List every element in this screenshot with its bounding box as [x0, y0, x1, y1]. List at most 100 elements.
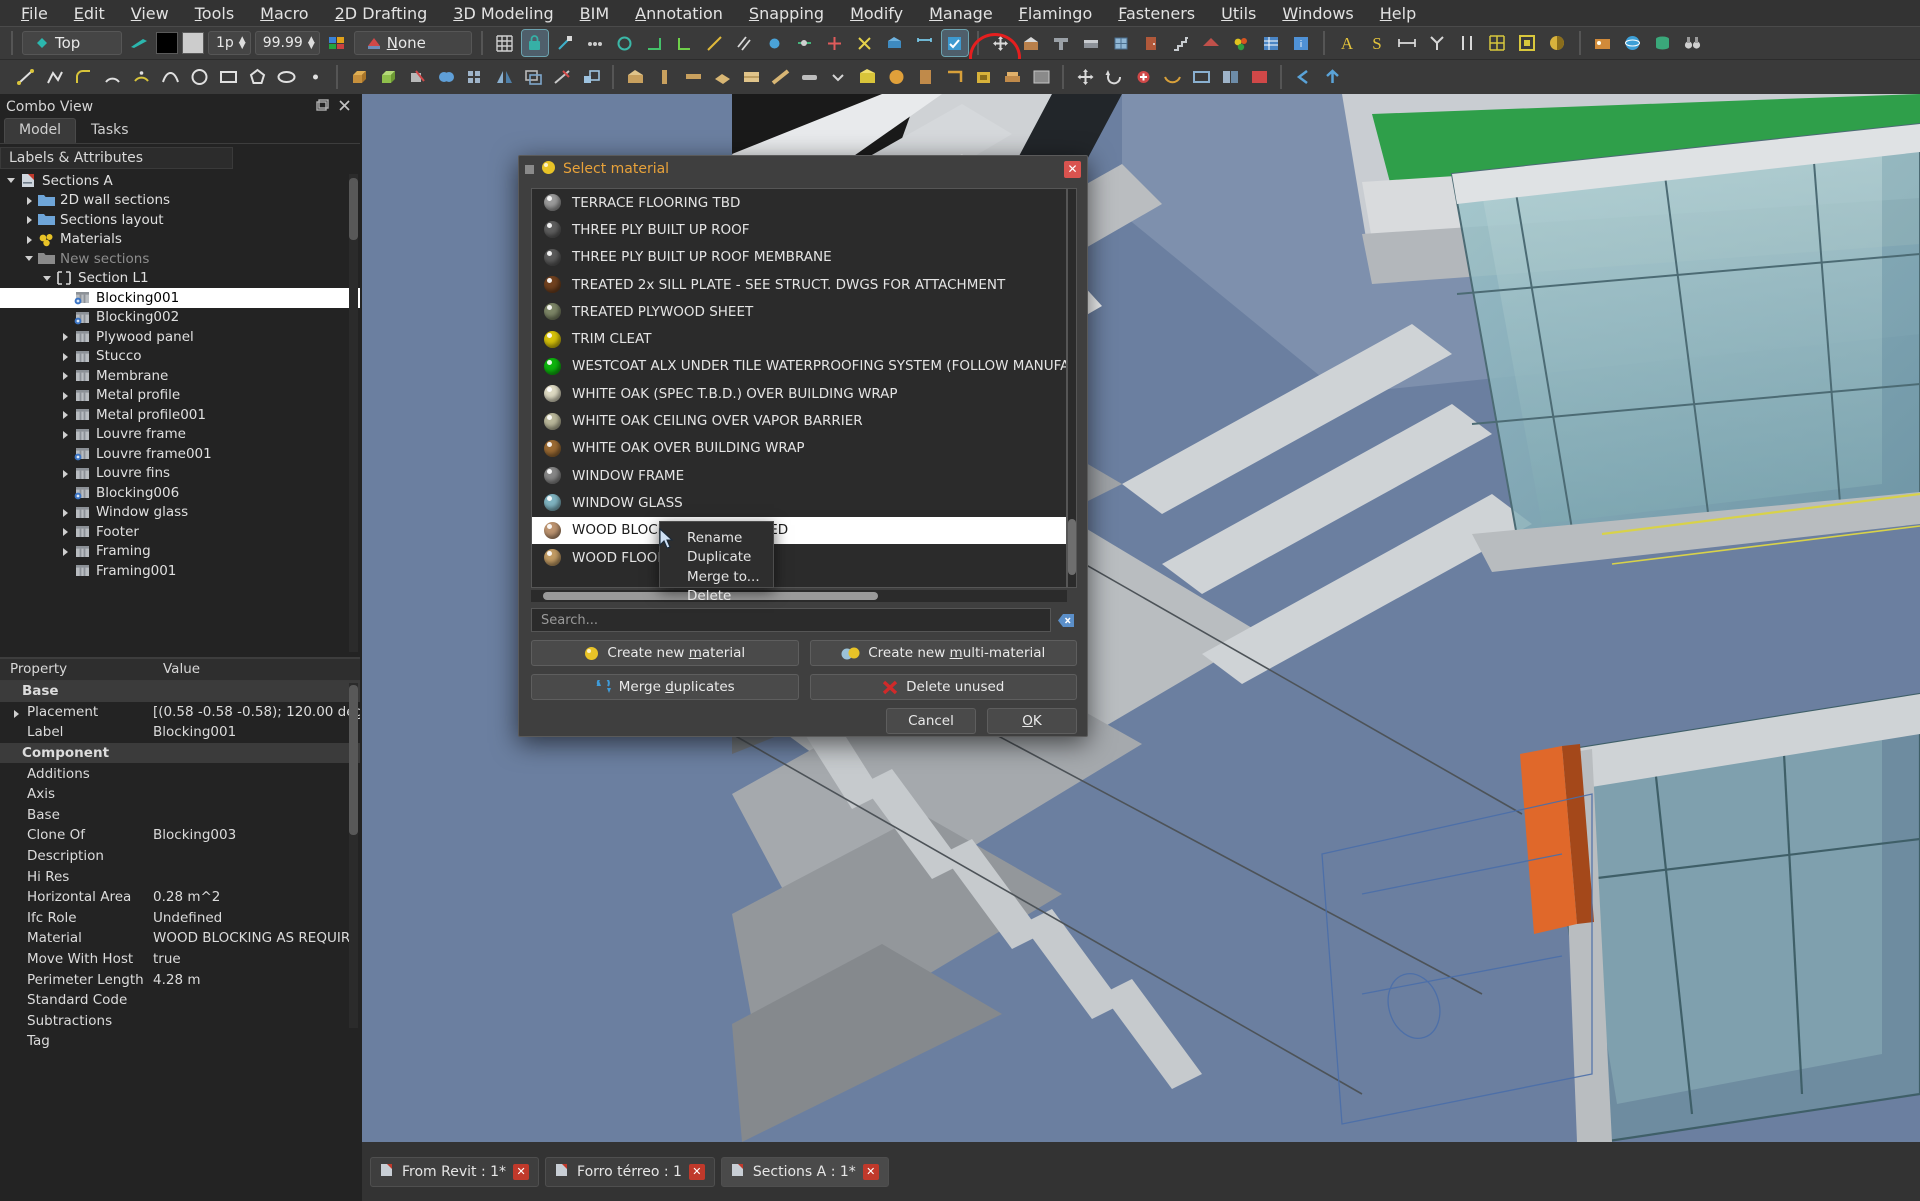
- property-row[interactable]: Move With Host true: [0, 949, 360, 970]
- search-input[interactable]: Search...: [531, 608, 1051, 632]
- offset-tool-button[interactable]: [520, 64, 546, 90]
- snap-lock-button[interactable]: [520, 29, 549, 57]
- property-scroll-thumb[interactable]: [349, 685, 358, 835]
- tree-item[interactable]: Framing: [0, 542, 360, 562]
- combo-tab-tasks[interactable]: Tasks: [76, 118, 144, 143]
- frame-create-button[interactable]: [767, 64, 793, 90]
- context-menu-item-merge-to[interactable]: Merge to...: [660, 567, 773, 587]
- snap-perpendicular-button[interactable]: [672, 30, 698, 56]
- cancel-button[interactable]: Cancel: [886, 708, 976, 734]
- tree-expand-arrow-right[interactable]: [60, 331, 71, 342]
- tree-expand-arrow-down[interactable]: [24, 253, 35, 264]
- tree-scrollbar[interactable]: [349, 174, 358, 652]
- property-row[interactable]: Base: [0, 681, 360, 702]
- float-icon[interactable]: [316, 99, 332, 115]
- property-row[interactable]: Material WOOD BLOCKING AS REQUIRED: [0, 928, 360, 949]
- menu-flamingo[interactable]: Flamingo: [1006, 2, 1106, 25]
- tree-expand-arrow-right[interactable]: [60, 526, 71, 537]
- tree-expand-arrow-down[interactable]: [42, 273, 53, 284]
- property-value[interactable]: Undefined: [153, 910, 360, 926]
- property-value[interactable]: 4.28 m: [153, 972, 360, 988]
- property-row[interactable]: Standard Code: [0, 990, 360, 1011]
- property-rows[interactable]: Base Placement [(0.58 -0.58 -0.58); 120.00…: [0, 681, 360, 1052]
- bim-sphere-button[interactable]: [883, 64, 909, 90]
- binoculars-tool-button[interactable]: [1680, 30, 1706, 56]
- menu-snapping[interactable]: Snapping: [736, 2, 837, 25]
- snap-working-plane-button[interactable]: [882, 30, 908, 56]
- material-list-hscrollbar[interactable]: [531, 590, 1067, 602]
- menu-tools[interactable]: Tools: [182, 2, 247, 25]
- material-context-menu[interactable]: Rename Duplicate Merge to... Delete: [659, 521, 774, 604]
- dialog-titlebar[interactable]: Select material ✕: [519, 156, 1087, 182]
- select-material-dialog[interactable]: Select material ✕ TERRACE FLOORING TBD TH…: [518, 155, 1088, 737]
- modify-shape2d-button[interactable]: [1188, 64, 1214, 90]
- polygon-tool-button[interactable]: [244, 64, 270, 90]
- tree-item[interactable]: Louvre frame: [0, 425, 360, 445]
- snap-center-button[interactable]: [612, 30, 638, 56]
- property-row[interactable]: Axis: [0, 784, 360, 805]
- snap-parallel-button[interactable]: [732, 30, 758, 56]
- material-list-item[interactable]: WHITE OAK CEILING OVER VAPOR BARRIER: [532, 407, 1066, 434]
- snap-midpoint-button[interactable]: [582, 30, 608, 56]
- document-tab[interactable]: Sections A : 1* ✕: [720, 1156, 889, 1187]
- material-list-item[interactable]: TRIM CLEAT: [532, 325, 1066, 352]
- nav-prev-button[interactable]: [1290, 64, 1316, 90]
- leader-tool-button[interactable]: [1424, 30, 1450, 56]
- tree-item[interactable]: Metal profile: [0, 386, 360, 406]
- material-list-item[interactable]: TREATED PLYWOOD SHEET: [532, 298, 1066, 325]
- material-list-item[interactable]: WHITE OAK OVER BUILDING WRAP: [532, 435, 1066, 462]
- document-tab[interactable]: From Revit : 1* ✕: [370, 1156, 540, 1187]
- tree-expand-arrow-right[interactable]: [60, 507, 71, 518]
- combo-tab-model[interactable]: Model: [4, 118, 77, 143]
- create-new-material-button[interactable]: Create new material: [531, 640, 799, 666]
- menu-2d-drafting[interactable]: 2D Drafting: [322, 2, 441, 25]
- menu-windows[interactable]: Windows: [1269, 2, 1366, 25]
- modify-delete-button[interactable]: [1246, 64, 1272, 90]
- material-list[interactable]: TERRACE FLOORING TBD THREE PLY BUILT UP R…: [531, 188, 1067, 588]
- bim-equipment-button[interactable]: [970, 64, 996, 90]
- cut-tool-button[interactable]: [404, 64, 430, 90]
- property-row[interactable]: Description: [0, 846, 360, 867]
- material-list-item[interactable]: WINDOW FRAME: [532, 462, 1066, 489]
- apply-style-button[interactable]: [324, 30, 350, 56]
- transparency-arrows[interactable]: ▲ ▼: [308, 36, 315, 51]
- slab-create-button[interactable]: [709, 64, 735, 90]
- point-tool-button[interactable]: [302, 64, 328, 90]
- tree-scroll-thumb[interactable]: [349, 178, 358, 240]
- render-tool-button[interactable]: [1590, 30, 1616, 56]
- tree-expand-arrow-right[interactable]: [60, 468, 71, 479]
- extrude-tool-button[interactable]: [346, 64, 372, 90]
- schedule-tool-button[interactable]: [1258, 30, 1284, 56]
- tree-expand-arrow-right[interactable]: [24, 234, 35, 245]
- level-tool-button[interactable]: [1514, 30, 1540, 56]
- mirror-tool-button[interactable]: [491, 64, 517, 90]
- box-tool-button[interactable]: [375, 64, 401, 90]
- working-plane-combo[interactable]: None: [353, 31, 472, 55]
- material-tool-button[interactable]: [1228, 30, 1254, 56]
- property-row[interactable]: Ifc Role Undefined: [0, 908, 360, 929]
- menu-3d-modeling[interactable]: 3D Modeling: [440, 2, 566, 25]
- slab-tool-button[interactable]: [1078, 30, 1104, 56]
- menu-annotation[interactable]: Annotation: [622, 2, 736, 25]
- pipe-dropdown-button[interactable]: [825, 64, 851, 90]
- tree-expand-arrow-right[interactable]: [60, 409, 71, 420]
- tree-expand-arrow-right[interactable]: [60, 351, 71, 362]
- context-menu-item-delete[interactable]: Delete: [660, 587, 773, 607]
- snap-extension-button[interactable]: [702, 30, 728, 56]
- material-list-vthumb[interactable]: [1068, 519, 1076, 575]
- menu-file[interactable]: File: [8, 2, 61, 25]
- tree-item[interactable]: Materials: [0, 230, 360, 250]
- panel-create-button[interactable]: [738, 64, 764, 90]
- pipe-create-button[interactable]: [796, 64, 822, 90]
- section-plane-button[interactable]: [1544, 30, 1570, 56]
- database-tool-button[interactable]: [1650, 30, 1676, 56]
- document-tab[interactable]: Forro térreo : 1 ✕: [545, 1156, 715, 1187]
- face-color-swatch[interactable]: [182, 32, 204, 54]
- menu-view[interactable]: View: [118, 2, 182, 25]
- modify-rotate-button[interactable]: [1101, 64, 1127, 90]
- text-tool-button[interactable]: A: [1334, 30, 1360, 56]
- snap-ortho-button[interactable]: [822, 30, 848, 56]
- material-list-item[interactable]: WINDOW GLASS: [532, 489, 1066, 516]
- property-row[interactable]: Subtractions: [0, 1011, 360, 1032]
- wall-tool-button[interactable]: [1018, 30, 1044, 56]
